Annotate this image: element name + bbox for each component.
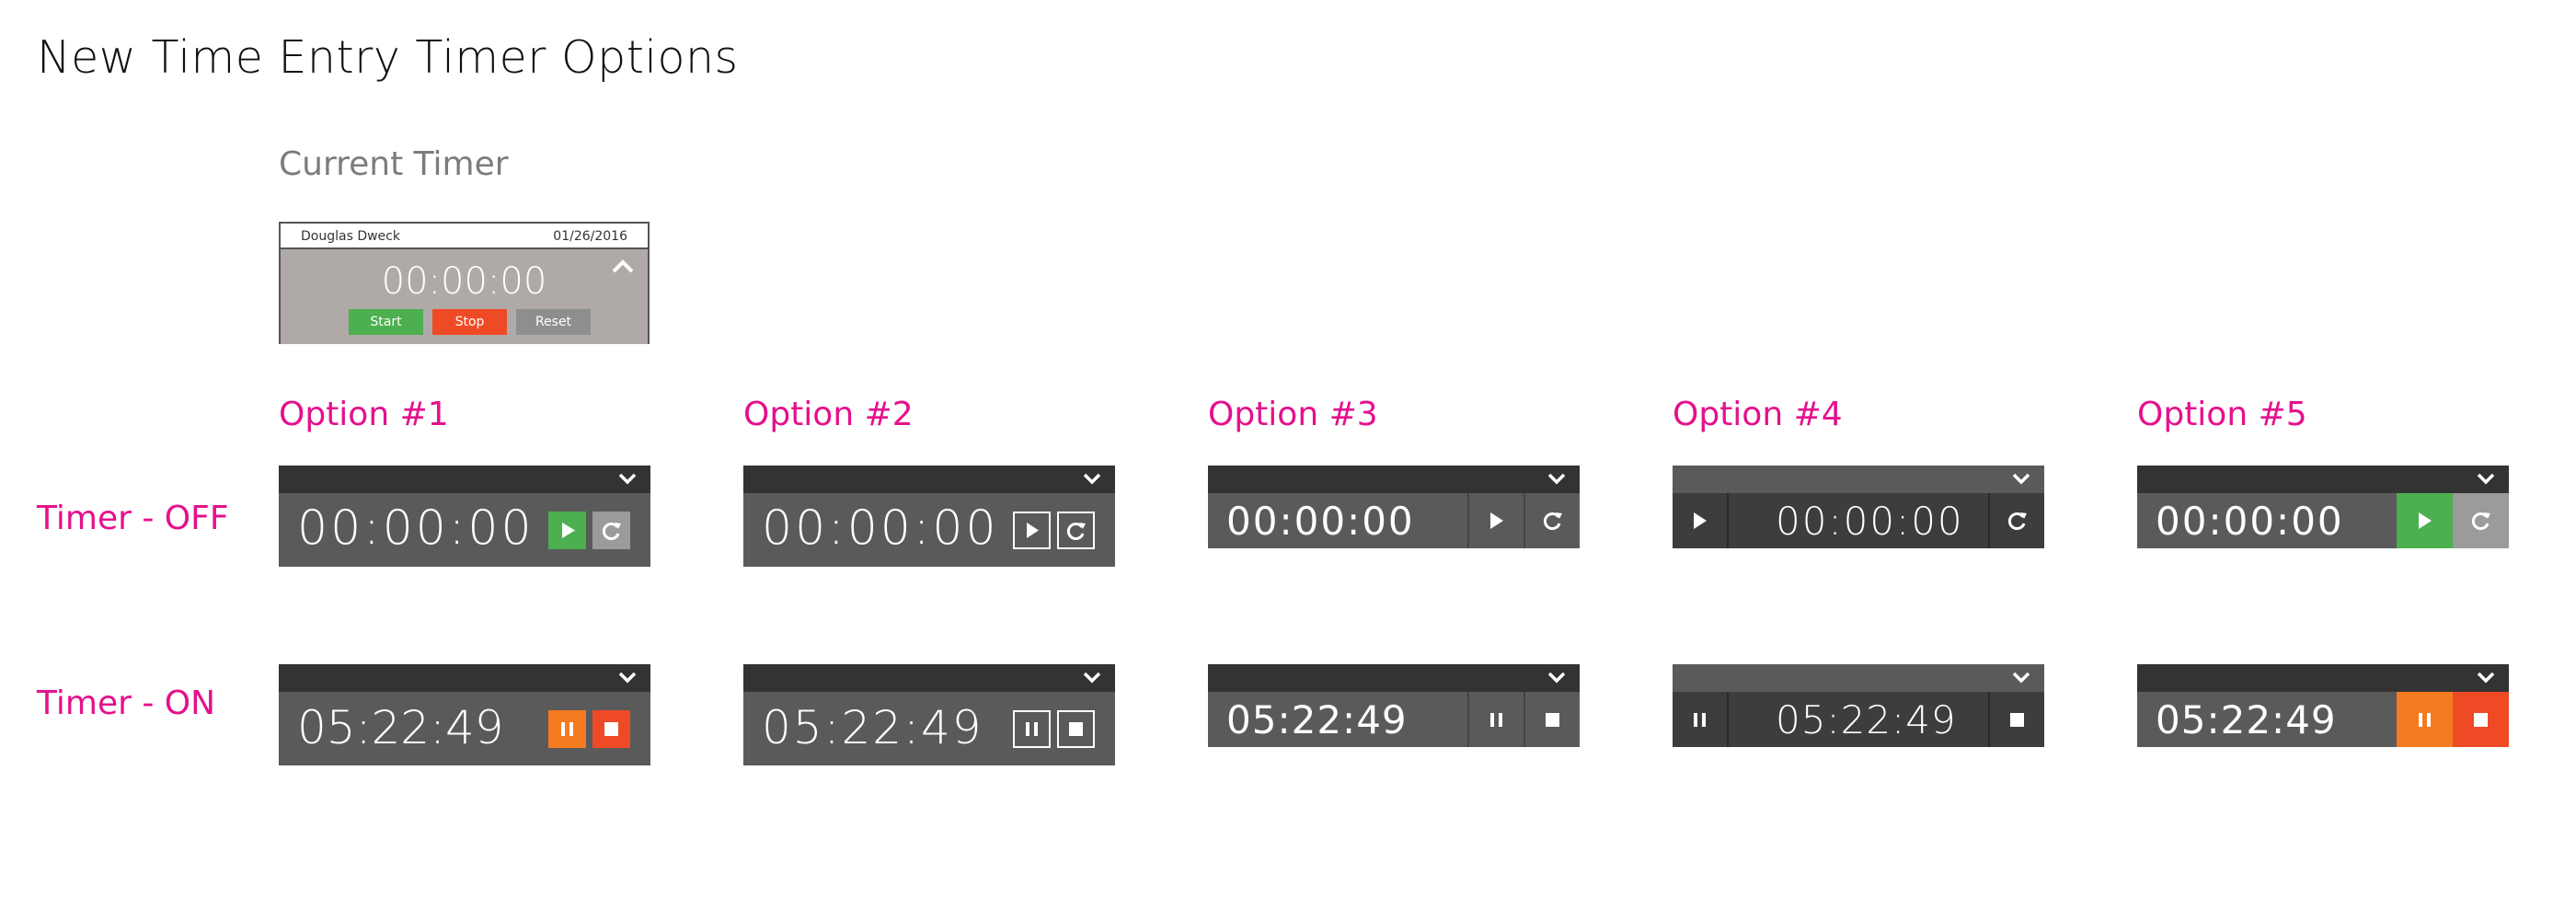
timer-header	[279, 466, 650, 493]
timer-display: 00:00:00	[762, 500, 999, 556]
timer-header	[1208, 466, 1580, 493]
timer-date: 01/26/2016	[553, 229, 627, 244]
chevron-down-icon[interactable]	[2476, 669, 2496, 685]
chevron-down-icon[interactable]	[2011, 669, 2031, 685]
current-timer-label: Current Timer	[279, 145, 509, 183]
option-4-label: Option #4	[1673, 396, 1843, 433]
chevron-down-icon[interactable]	[617, 669, 638, 685]
play-button[interactable]	[2397, 493, 2453, 548]
stop-button[interactable]: Stop	[432, 309, 507, 335]
reset-button[interactable]: Reset	[516, 309, 591, 335]
pause-button[interactable]	[1013, 710, 1051, 748]
timer-body: 00:00:00	[743, 493, 1115, 567]
play-button[interactable]	[1673, 493, 1729, 548]
timer-body: 05:22:49	[1208, 692, 1580, 747]
stop-button[interactable]	[1057, 710, 1095, 748]
timer-display: 00:00:00	[1226, 499, 1415, 544]
timer-body: 00:00:00	[1208, 493, 1580, 548]
chevron-down-icon[interactable]	[617, 470, 638, 487]
stop-button[interactable]	[2453, 692, 2509, 747]
stop-button[interactable]	[592, 710, 630, 748]
caret-up-icon[interactable]	[611, 257, 635, 277]
play-button[interactable]	[1467, 493, 1524, 548]
timer-header	[2137, 664, 2509, 692]
chevron-down-icon[interactable]	[1082, 669, 1102, 685]
user-name: Douglas Dweck	[301, 229, 400, 244]
timer-off-label: Timer - OFF	[37, 500, 229, 537]
timer-header	[1673, 664, 2044, 692]
play-button[interactable]	[548, 512, 586, 549]
timer-display: 05:22:49	[1226, 697, 1408, 742]
timer-widget-option-5-off: 00:00:00	[2137, 466, 2509, 548]
timer-widget-option-2-on: 05:22:49	[743, 664, 1115, 765]
timer-widget-option-3-off: 00:00:00	[1208, 466, 1580, 548]
play-button[interactable]	[1013, 512, 1051, 549]
chevron-down-icon[interactable]	[2011, 470, 2031, 487]
current-timer-header: Douglas Dweck 01/26/2016	[281, 224, 648, 249]
chevron-down-icon[interactable]	[1082, 470, 1102, 487]
chevron-down-icon[interactable]	[2476, 470, 2496, 487]
timer-header	[1673, 466, 2044, 493]
timer-display: 05:22:49	[1776, 697, 1957, 742]
timer-body: 05:22:49	[279, 692, 650, 765]
timer-body: 00:00:00	[1673, 493, 2044, 548]
timer-display: 00:00:00	[1776, 499, 1964, 544]
page-title: New Time Entry Timer Options	[37, 31, 739, 84]
timer-header	[2137, 466, 2509, 493]
reset-button[interactable]	[592, 512, 630, 549]
start-button[interactable]: Start	[349, 309, 423, 335]
timer-body: 05:22:49	[1673, 692, 2044, 747]
reset-button[interactable]	[1524, 493, 1580, 548]
stop-button[interactable]	[1524, 692, 1580, 747]
chevron-down-icon[interactable]	[1547, 470, 1567, 487]
timer-header	[743, 466, 1115, 493]
timer-display: 05:22:49	[297, 701, 504, 754]
pause-button[interactable]	[1673, 692, 1729, 747]
timer-header	[279, 664, 650, 692]
reset-button[interactable]	[1057, 512, 1095, 549]
timer-body: 05:22:49	[2137, 692, 2509, 747]
timer-widget-option-1-on: 05:22:49	[279, 664, 650, 765]
reset-button[interactable]	[2453, 493, 2509, 548]
option-2-label: Option #2	[743, 396, 914, 433]
timer-display: 00:00:00	[297, 500, 535, 556]
chevron-down-icon[interactable]	[1547, 669, 1567, 685]
pause-button[interactable]	[1467, 692, 1524, 747]
option-3-label: Option #3	[1208, 396, 1378, 433]
pause-button[interactable]	[2397, 692, 2453, 747]
timer-widget-option-3-on: 05:22:49	[1208, 664, 1580, 747]
timer-header	[1208, 664, 1580, 692]
reset-button[interactable]	[1988, 493, 2044, 548]
timer-body: 00:00:00	[279, 493, 650, 567]
timer-display: 05:22:49	[762, 701, 983, 754]
option-1-label: Option #1	[279, 396, 449, 433]
stop-button[interactable]	[1988, 692, 2044, 747]
timer-body: 05:22:49	[743, 692, 1115, 765]
pause-button[interactable]	[548, 710, 586, 748]
current-timer-display: 00:00:00	[381, 260, 547, 303]
timer-on-label: Timer - ON	[37, 684, 216, 722]
timer-widget-option-4-off: 00:00:00	[1673, 466, 2044, 548]
timer-widget-option-5-on: 05:22:49	[2137, 664, 2509, 747]
timer-header	[743, 664, 1115, 692]
option-5-label: Option #5	[2137, 396, 2307, 433]
timer-display: 05:22:49	[2156, 697, 2337, 742]
timer-widget-option-2-off: 00:00:00	[743, 466, 1115, 567]
current-timer-widget: Douglas Dweck 01/26/2016 00:00:00 Start …	[279, 222, 650, 344]
timer-widget-option-4-on: 05:22:49	[1673, 664, 2044, 747]
timer-widget-option-1-off: 00:00:00	[279, 466, 650, 567]
timer-body: 00:00:00	[2137, 493, 2509, 548]
timer-display: 00:00:00	[2156, 499, 2344, 544]
